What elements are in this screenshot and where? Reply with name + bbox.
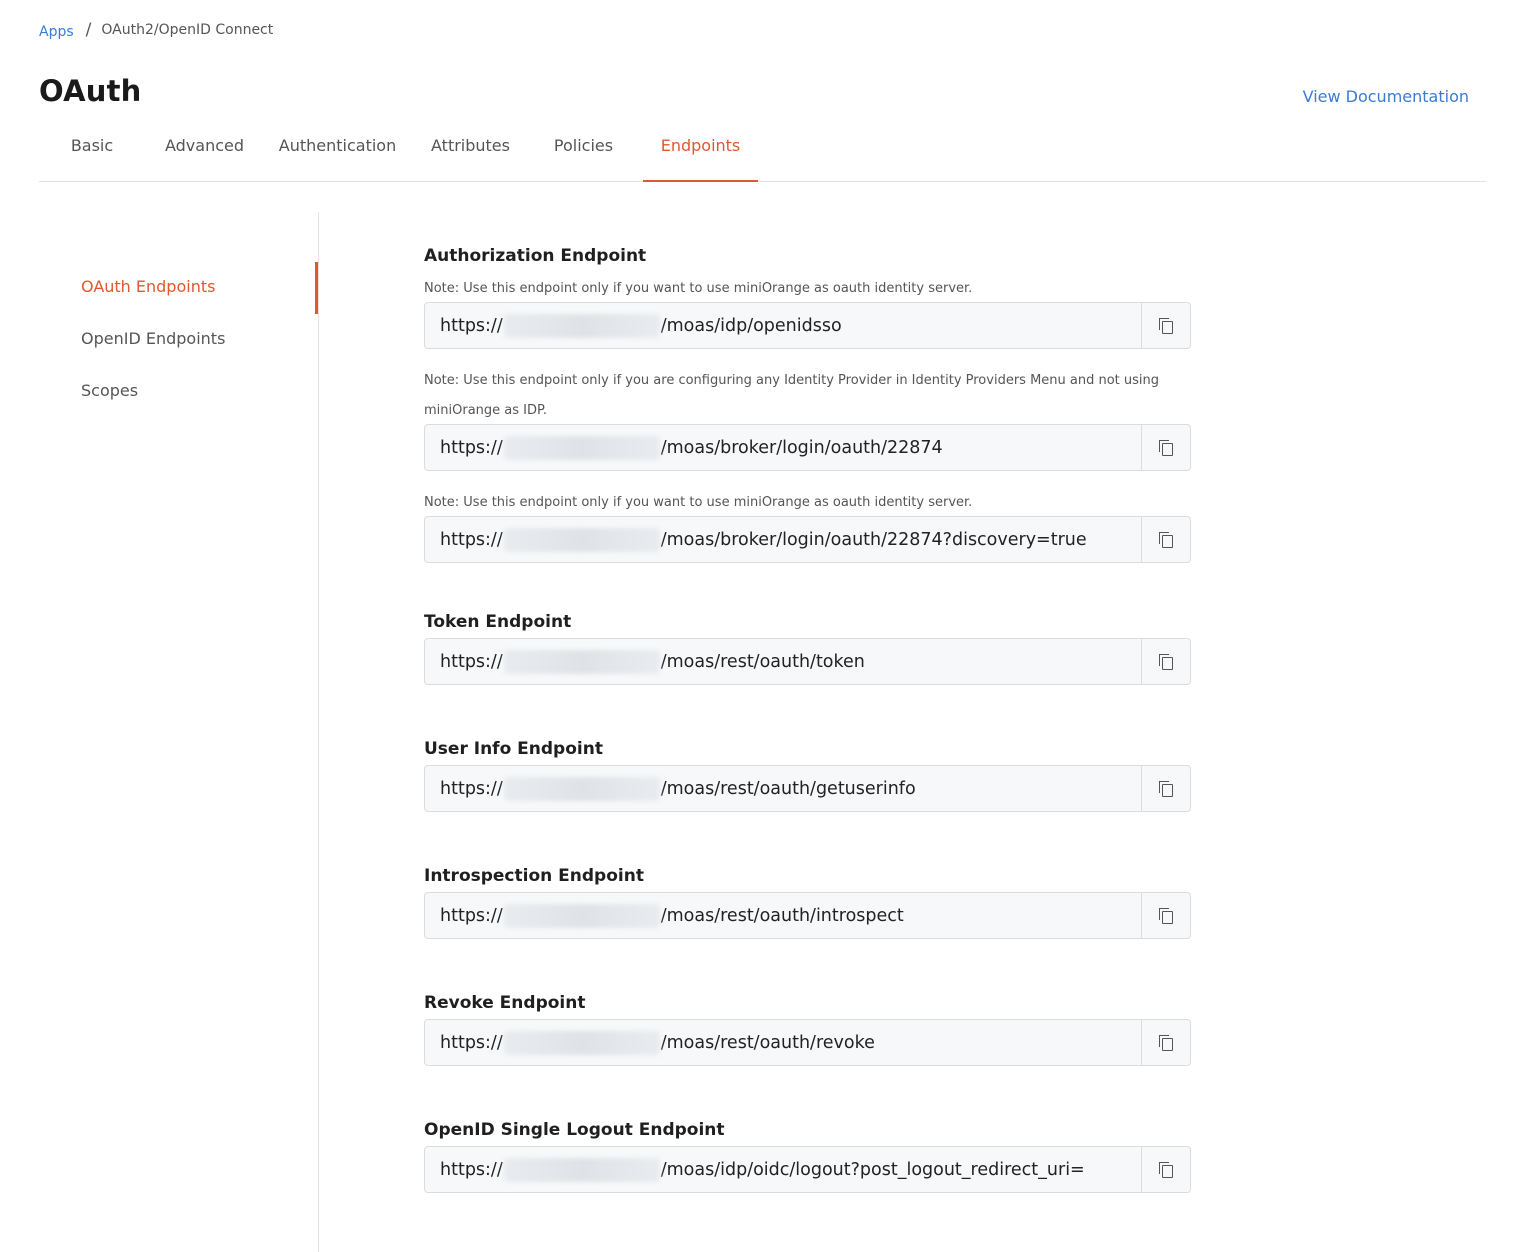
- token-endpoint-title: Token Endpoint: [424, 612, 572, 632]
- url-path: /moas/rest/oauth/getuserinfo: [660, 778, 916, 799]
- sidebar-item-openid-endpoints[interactable]: OpenID Endpoints: [81, 329, 225, 348]
- tab-endpoints[interactable]: Endpoints: [643, 128, 758, 182]
- copy-button[interactable]: [1141, 1147, 1190, 1192]
- url-path: /moas/idp/openidsso: [660, 315, 842, 336]
- tab-basic[interactable]: Basic: [70, 128, 114, 182]
- copy-button[interactable]: [1141, 893, 1190, 938]
- endpoint-url[interactable]: https:// /moas/broker/login/oauth/22874?…: [425, 517, 1141, 562]
- tab-policies[interactable]: Policies: [553, 128, 614, 182]
- introspection-endpoint-field[interactable]: https:// /moas/rest/oauth/introspect: [424, 892, 1191, 939]
- breadcrumb-separator: /: [85, 20, 92, 40]
- copy-icon: [1159, 531, 1173, 548]
- copy-icon: [1159, 1161, 1173, 1178]
- broker-login-endpoint-field[interactable]: https:// /moas/broker/login/oauth/22874: [424, 424, 1191, 471]
- url-prefix: https://: [440, 905, 503, 926]
- authorization-endpoint-field[interactable]: https:// /moas/idp/openidsso: [424, 302, 1191, 349]
- redacted-domain: [503, 435, 660, 460]
- endpoint-url[interactable]: https:// /moas/idp/openidsso: [425, 303, 1141, 348]
- copy-icon: [1159, 317, 1173, 334]
- endpoint-url[interactable]: https:// /moas/rest/oauth/getuserinfo: [425, 766, 1141, 811]
- redacted-domain: [503, 776, 660, 801]
- copy-icon: [1159, 439, 1173, 456]
- url-prefix: https://: [440, 315, 503, 336]
- endpoint-url[interactable]: https:// /moas/idp/oidc/logout?post_logo…: [425, 1147, 1141, 1192]
- userinfo-endpoint-field[interactable]: https:// /moas/rest/oauth/getuserinfo: [424, 765, 1191, 812]
- tab-bar: Basic Advanced Authentication Attributes…: [39, 128, 1486, 182]
- copy-button[interactable]: [1141, 517, 1190, 562]
- introspection-endpoint-title: Introspection Endpoint: [424, 866, 644, 886]
- url-prefix: https://: [440, 778, 503, 799]
- copy-icon: [1159, 780, 1173, 797]
- token-endpoint-field[interactable]: https:// /moas/rest/oauth/token: [424, 638, 1191, 685]
- sidebar-divider: [318, 212, 319, 1252]
- sidebar-active-indicator: [315, 262, 318, 314]
- copy-button[interactable]: [1141, 1020, 1190, 1065]
- redacted-domain: [503, 1030, 660, 1055]
- endpoint-url[interactable]: https:// /moas/rest/oauth/introspect: [425, 893, 1141, 938]
- endpoint-url[interactable]: https:// /moas/rest/oauth/token: [425, 639, 1141, 684]
- redacted-domain: [503, 903, 660, 928]
- url-path: /moas/rest/oauth/introspect: [660, 905, 904, 926]
- copy-button[interactable]: [1141, 639, 1190, 684]
- redacted-domain: [503, 1157, 660, 1182]
- endpoint-url[interactable]: https:// /moas/rest/oauth/revoke: [425, 1020, 1141, 1065]
- copy-icon: [1159, 1034, 1173, 1051]
- redacted-domain: [503, 313, 660, 338]
- copy-button[interactable]: [1141, 425, 1190, 470]
- copy-button[interactable]: [1141, 303, 1190, 348]
- url-path: /moas/idp/oidc/logout?post_logout_redire…: [660, 1159, 1085, 1180]
- copy-button[interactable]: [1141, 766, 1190, 811]
- sidebar-item-scopes[interactable]: Scopes: [81, 381, 138, 400]
- tab-authentication[interactable]: Authentication: [278, 128, 397, 182]
- sidebar-item-oauth-endpoints[interactable]: OAuth Endpoints: [81, 277, 215, 296]
- url-prefix: https://: [440, 529, 503, 550]
- url-path: /moas/broker/login/oauth/22874: [660, 437, 943, 458]
- discovery-endpoint-field[interactable]: https:// /moas/broker/login/oauth/22874?…: [424, 516, 1191, 563]
- breadcrumb-apps-link[interactable]: Apps: [39, 24, 74, 40]
- copy-icon: [1159, 653, 1173, 670]
- url-path: /moas/rest/oauth/token: [660, 651, 865, 672]
- tab-advanced[interactable]: Advanced: [164, 128, 245, 182]
- redacted-domain: [503, 527, 660, 552]
- revoke-endpoint-field[interactable]: https:// /moas/rest/oauth/revoke: [424, 1019, 1191, 1066]
- logout-endpoint-field[interactable]: https:// /moas/idp/oidc/logout?post_logo…: [424, 1146, 1191, 1193]
- url-prefix: https://: [440, 1032, 503, 1053]
- redacted-domain: [503, 649, 660, 674]
- logout-endpoint-title: OpenID Single Logout Endpoint: [424, 1120, 725, 1140]
- view-documentation-link[interactable]: View Documentation: [1303, 87, 1469, 106]
- url-path: /moas/broker/login/oauth/22874?discovery…: [660, 529, 1087, 550]
- authorization-note-3: Note: Use this endpoint only if you want…: [424, 495, 973, 510]
- url-path: /moas/rest/oauth/revoke: [660, 1032, 875, 1053]
- userinfo-endpoint-title: User Info Endpoint: [424, 739, 603, 759]
- authorization-endpoint-title: Authorization Endpoint: [424, 246, 647, 266]
- url-prefix: https://: [440, 651, 503, 672]
- endpoint-url[interactable]: https:// /moas/broker/login/oauth/22874: [425, 425, 1141, 470]
- breadcrumb: Apps / OAuth2/OpenID Connect: [39, 20, 273, 40]
- url-prefix: https://: [440, 1159, 503, 1180]
- tab-attributes[interactable]: Attributes: [430, 128, 511, 182]
- authorization-note-2: Note: Use this endpoint only if you are …: [424, 373, 1160, 418]
- page-title: OAuth: [39, 74, 142, 108]
- url-prefix: https://: [440, 437, 503, 458]
- breadcrumb-current: OAuth2/OpenID Connect: [101, 22, 274, 38]
- copy-icon: [1159, 907, 1173, 924]
- authorization-note-1: Note: Use this endpoint only if you want…: [424, 281, 973, 296]
- revoke-endpoint-title: Revoke Endpoint: [424, 993, 586, 1013]
